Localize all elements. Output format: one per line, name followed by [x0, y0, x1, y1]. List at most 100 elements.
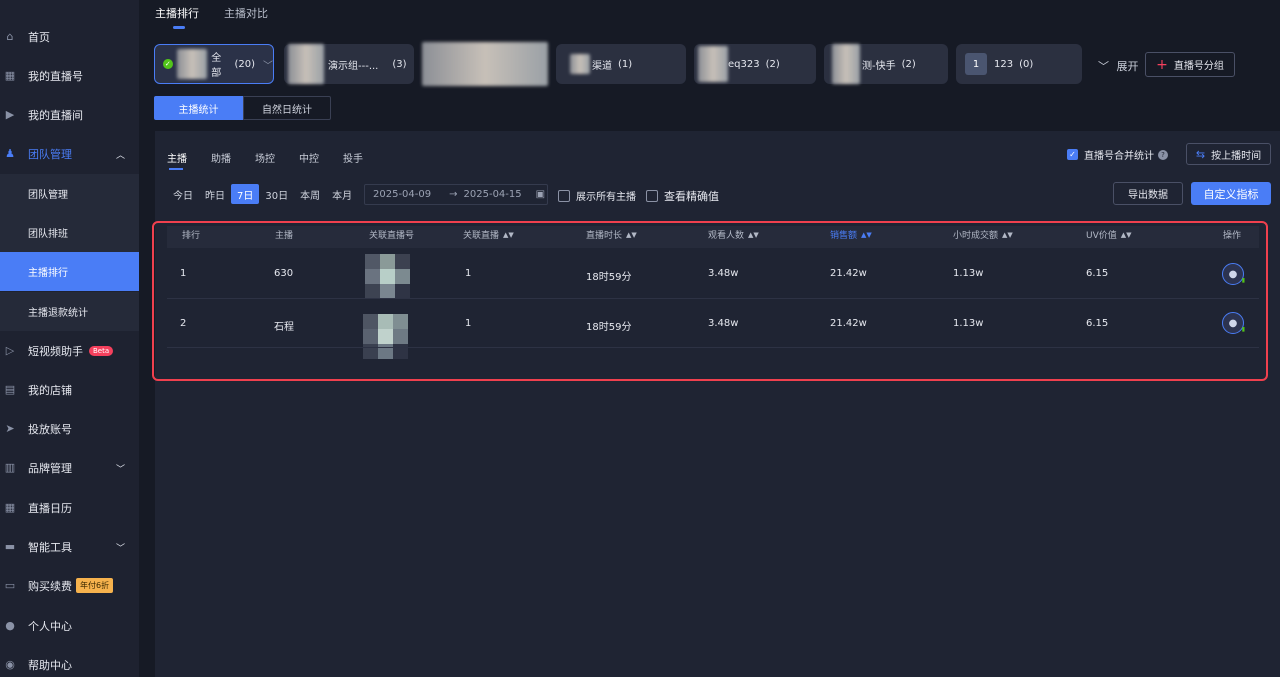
chevron-down-icon: ﹀: [1098, 60, 1109, 73]
checkbox-checked-icon: ✓: [1067, 149, 1078, 160]
range-7d[interactable]: 7日: [231, 184, 260, 204]
highlight-outline: [152, 221, 1268, 381]
precise-values-checkbox[interactable]: 查看精确值: [646, 188, 719, 204]
group-card-demo[interactable]: 演示组---... (3): [284, 44, 414, 84]
nav-sub-team-management[interactable]: 团队管理: [0, 174, 139, 213]
group-count: (2): [901, 58, 916, 70]
sub-tab-central-control[interactable]: 中控: [299, 150, 319, 165]
nav-label: 主播退款统计: [28, 308, 88, 319]
chevron-down-icon: ﹀: [115, 544, 125, 554]
checkbox-unchecked-icon: [646, 190, 658, 202]
nav-sub-anchor-refund[interactable]: 主播退款统计: [0, 292, 139, 331]
nav-sub-team-schedule[interactable]: 团队排班: [0, 213, 139, 252]
nav-smart-tools[interactable]: ▬ 智能工具 ﹀: [0, 527, 139, 566]
group-card-channel[interactable]: 渠道 (1): [556, 44, 686, 84]
nav-short-video[interactable]: ▷ 短视频助手 Beta: [0, 331, 139, 370]
nav-label: 品牌管理: [28, 461, 72, 475]
nav-label: 帮助中心: [28, 658, 72, 672]
sub-tab-anchor[interactable]: 主播: [167, 150, 187, 165]
date-range-picker[interactable]: 2025-04-09 → 2025-04-15 ▣: [364, 184, 548, 205]
checkbox-unchecked-icon: [558, 189, 570, 202]
group-avatar-blurred: [176, 49, 208, 79]
group-count: (2): [765, 58, 780, 70]
sub-tab-ad-operator[interactable]: 投手: [343, 150, 363, 165]
tool-icon: ▬: [4, 540, 16, 553]
chevron-down-icon: ﹀: [115, 465, 125, 475]
plus-icon: +: [1156, 56, 1168, 73]
button-label: 按上播时间: [1211, 150, 1262, 162]
nav-ad-accounts[interactable]: ➤ 投放账号: [0, 409, 139, 448]
send-icon: ➤: [5, 422, 15, 435]
nav-sub-anchor-ranking[interactable]: 主播排行: [0, 252, 139, 291]
nav-live-calendar[interactable]: ▦ 直播日历: [0, 488, 139, 527]
group-label: eq323: [728, 58, 760, 70]
user-icon: ●: [5, 619, 15, 632]
swap-icon: ⇆: [1195, 147, 1206, 161]
group-card-eq323[interactable]: eq323 (2): [694, 44, 816, 84]
group-card-all[interactable]: ✓ 全部 (20) ﹀: [154, 44, 274, 84]
quick-date-range: 今日 昨日 7日 30日 本周 本月: [167, 184, 358, 204]
group-label: 测-快手: [862, 60, 896, 72]
nav-help-center[interactable]: ◉ 帮助中心: [0, 645, 139, 677]
tab-anchor-ranking[interactable]: 主播排行: [155, 5, 199, 21]
nav-label: 团队管理: [28, 190, 68, 201]
help-icon[interactable]: ?: [1158, 149, 1168, 160]
group-label: 渠道: [592, 60, 612, 72]
expand-groups-link[interactable]: ﹀ 展开: [1098, 58, 1139, 74]
nav-brand-management[interactable]: ▥ 品牌管理 ﹀: [0, 448, 139, 487]
range-yesterday[interactable]: 昨日: [199, 184, 231, 204]
group-card-123[interactable]: 1 123 (0): [956, 44, 1082, 84]
nav-label: 购买续费: [28, 579, 72, 593]
merge-stats-checkbox[interactable]: ✓ 直播号合并统计 ?: [1067, 147, 1168, 162]
nav-my-live-accounts[interactable]: ▦ 我的直播号: [0, 56, 139, 95]
group-avatar-blurred: [570, 54, 590, 74]
video-icon: ▷: [5, 344, 15, 357]
export-data-button[interactable]: 导出数据: [1113, 182, 1183, 205]
nav-label: 智能工具: [28, 540, 72, 554]
show-all-anchors-checkbox[interactable]: 展示所有主播: [558, 188, 636, 203]
range-today[interactable]: 今日: [167, 184, 199, 204]
ranking-panel: [155, 131, 1280, 677]
nav-label: 我的直播间: [28, 108, 83, 122]
tab-underline: [173, 26, 185, 29]
nav-my-store[interactable]: ▤ 我的店铺: [0, 370, 139, 409]
sub-tab-field-control[interactable]: 场控: [255, 150, 275, 165]
group-card-kuaishou[interactable]: 测-快手 (2): [824, 44, 948, 84]
add-live-group-button[interactable]: + 直播号分组: [1145, 52, 1235, 77]
grid-icon: ▦: [4, 69, 16, 82]
nav-personal-center[interactable]: ● 个人中心: [0, 606, 139, 645]
team-icon: ♟: [5, 147, 15, 160]
sub-tab-assistant[interactable]: 助播: [211, 150, 231, 165]
group-card-blurred[interactable]: [422, 42, 548, 86]
play-icon: ▶: [5, 108, 15, 121]
range-30d[interactable]: 30日: [259, 184, 294, 204]
tab-anchor-compare[interactable]: 主播对比: [224, 5, 268, 21]
nav-label: 短视频助手: [28, 344, 83, 358]
range-this-week[interactable]: 本周: [294, 184, 326, 204]
range-this-month[interactable]: 本月: [326, 184, 358, 204]
sidebar: ⌂ 首页 ▦ 我的直播号 ▶ 我的直播间 ♟ 团队管理 ︿ 团队管理 团队排班 …: [0, 0, 139, 677]
sort-by-start-time-button[interactable]: ⇆ 按上播时间: [1186, 143, 1271, 165]
nav-purchase[interactable]: ▭ 购买续费 年付6折: [0, 566, 139, 605]
nav-label: 主播排行: [28, 268, 68, 279]
nav-label: 首页: [28, 30, 50, 44]
checkbox-label: 展示所有主播: [576, 192, 636, 203]
nav-my-live-rooms[interactable]: ▶ 我的直播间: [0, 95, 139, 134]
button-label: 直播号分组: [1173, 61, 1224, 72]
nav-home[interactable]: ⌂ 首页: [0, 17, 139, 56]
group-number-avatar: 1: [965, 53, 987, 75]
chevron-up-icon: ︿: [115, 151, 125, 161]
nav-label: 我的直播号: [28, 69, 83, 83]
group-label: 全部: [211, 53, 222, 79]
start-date: 2025-04-09: [373, 189, 432, 200]
home-icon: ⌂: [6, 30, 14, 43]
group-count: (3): [392, 58, 407, 70]
check-icon: ✓: [163, 59, 173, 69]
nav-team-management[interactable]: ♟ 团队管理 ︿: [0, 134, 139, 173]
chevron-down-icon: ﹀: [263, 60, 273, 72]
group-label: 演示组---...: [328, 60, 379, 72]
custom-metrics-button[interactable]: 自定义指标: [1191, 182, 1271, 205]
card-icon: ▭: [4, 579, 16, 592]
toggle-anchor-stats[interactable]: 主播统计: [154, 96, 243, 120]
toggle-natural-day-stats[interactable]: 自然日统计: [243, 96, 331, 120]
